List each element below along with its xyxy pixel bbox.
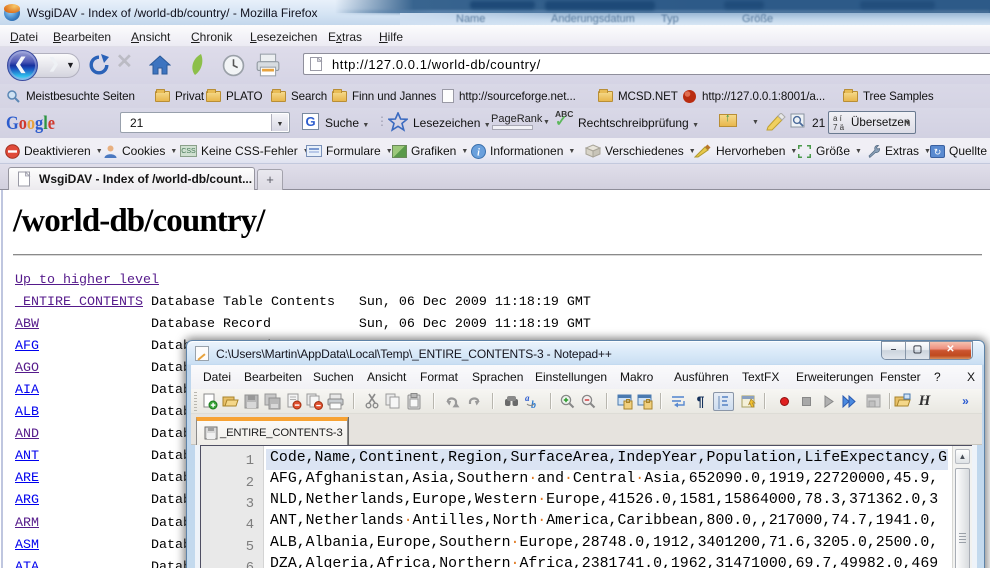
svg-text:i: i <box>477 147 480 158</box>
svg-text:a: a <box>525 393 530 403</box>
